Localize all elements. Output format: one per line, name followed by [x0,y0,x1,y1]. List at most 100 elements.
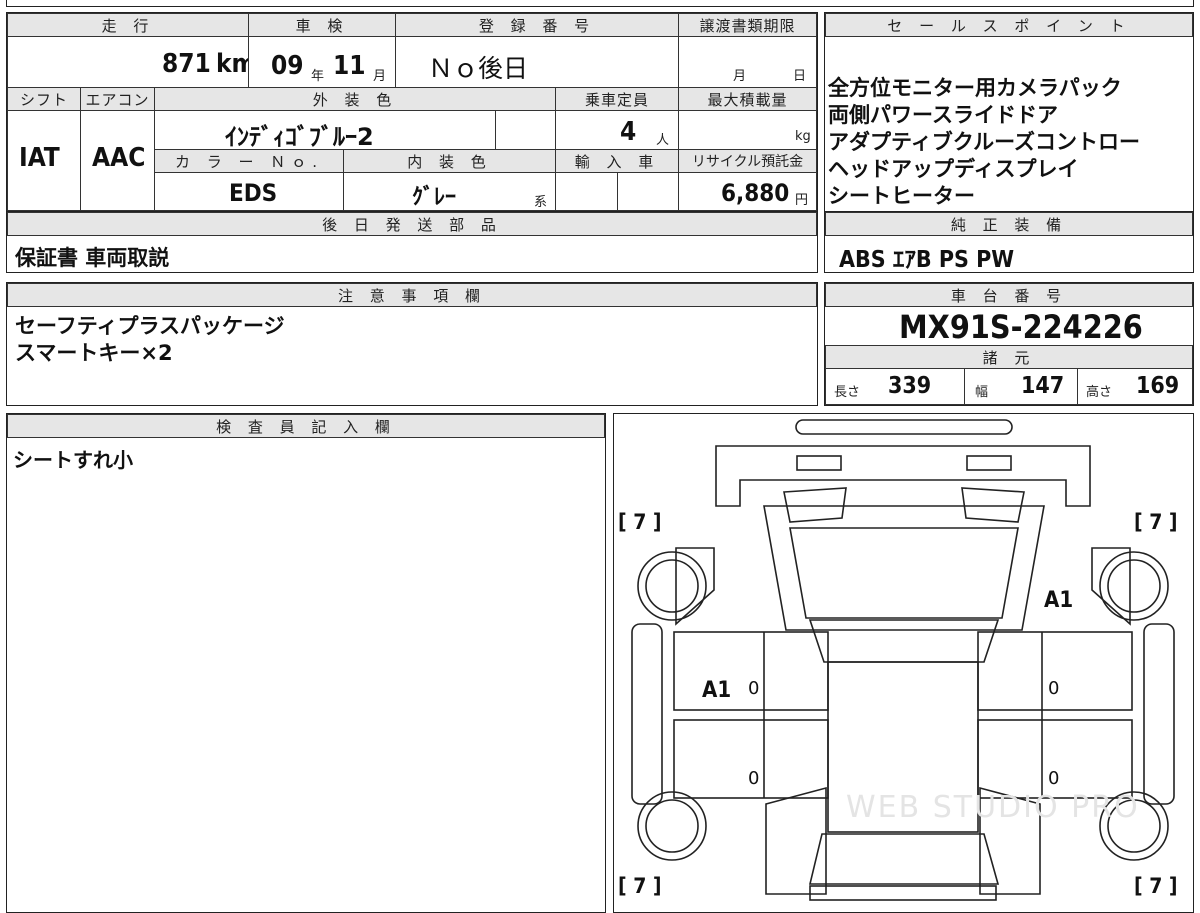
side-step-left [631,623,663,805]
interior-suffix: 系 [534,195,548,210]
panel-zero-2: 0 [748,768,760,789]
chassis-value: MX91S-224226 [899,308,1143,346]
registration-cell: Ｎｏ後日 [395,36,679,88]
capacity-unit: 人 [656,133,670,148]
notes-section: 注 意 事 項 欄 セーフティプラスパッケージ スマートキー×2 [6,282,818,406]
interior-cell: ｸﾞﾚｰ 系 [343,172,556,211]
interior-header: 内 装 色 [343,149,556,173]
damage-mark-left-door: A1 [702,678,732,703]
spec-height-cell: 高さ 169 [1077,368,1193,405]
tire-front-right-inner [1107,559,1161,613]
sales-points-header: セ ー ル ス ポ イ ン ト [825,13,1193,37]
spec-length-cell: 長さ 339 [825,368,965,405]
inspector-section: 検 査 員 記 入 欄 シートすれ小 [6,413,606,913]
import-cell-a [555,172,618,211]
color-no-cell: EDS [154,172,344,211]
tire-rear-right-grade: [ 7 ] [1134,874,1178,898]
tire-rear-left [637,791,707,861]
side-step-right [1143,623,1175,805]
chassis-section: 車 台 番 号 MX91S-224226 諸 元 長さ 339 幅 147 高さ… [824,282,1194,406]
notes-list: セーフティプラスパッケージ スマートキー×2 [15,313,285,367]
damage-mark-right-fender: A1 [1044,588,1074,613]
color-no-header: カ ラ ー Ｎｏ. [154,149,344,173]
wiper-right [961,487,1025,523]
car-diagram-section: [ 7 ] [ 7 ] [ 7 ] [ 7 ] A1 A1 0 0 0 0 WE… [613,413,1194,913]
transfer-deadline-header: 譲渡書類期限 [678,13,817,37]
later-parts-section: 後 日 発 送 部 品 保証書 車両取説 [6,211,818,273]
transfer-deadline-cell: 月 日 [678,36,817,88]
transfer-day-unit: 日 [793,69,807,84]
tire-front-left-inner [645,559,699,613]
inspector-value: シートすれ小 [13,448,133,472]
inspection-header: 車 検 [248,13,396,37]
sales-point-item: シートヒーター [828,184,975,208]
recycle-cell: 6,880 円 [678,172,817,211]
sales-point-item: アダプティブクルーズコントロー [828,130,1141,154]
inspection-year-unit: 年 [311,69,325,84]
tire-rear-left-inner [645,799,699,853]
ac-header: エアコン [80,87,155,111]
vehicle-info-grid: 走 行 車 検 登 録 番 号 譲渡書類期限 871 km 09 年 11 月 … [6,12,818,212]
notes-header: 注 意 事 項 欄 [7,283,817,307]
panel-zero-1: 0 [748,678,760,699]
panel-zero-3: 0 [1048,678,1060,699]
maxload-header: 最大積載量 [678,87,817,111]
capacity-cell: 4 人 [555,110,679,150]
windshield-frame [763,505,1045,631]
note-item: セーフティプラスパッケージ [15,314,285,338]
tire-front-right [1099,551,1169,621]
inspector-header: 検 査 員 記 入 欄 [7,414,605,438]
tire-front-left-grade: [ 7 ] [618,510,662,534]
standard-equipment-header: 純 正 装 備 [825,212,1193,236]
sales-points-section: セ ー ル ス ポ イ ン ト 全方位モニター用カメラパック 両側パワースライド… [824,12,1194,212]
mileage-cell: 871 km [7,36,256,88]
top-strip [6,0,1194,7]
specs-header: 諸 元 [825,345,1193,369]
tire-rear-left-grade: [ 7 ] [618,874,662,898]
inspection-cell: 09 年 11 月 [248,36,396,88]
spec-width-value: 147 [1021,373,1065,399]
inspection-month-unit: 月 [373,69,387,84]
transfer-month-unit: 月 [733,69,747,84]
windshield-glass [789,527,1019,619]
body-left-side [675,547,715,626]
sales-point-item: ヘッドアップディスプレイ [828,157,1079,181]
chassis-header: 車 台 番 号 [825,283,1193,307]
color-no-value: EDS [229,179,278,207]
wiper-left [783,487,847,523]
standard-equipment-value: ABS ｴｱB PS PW [839,247,1015,273]
standard-equipment-section: 純 正 装 備 ABS ｴｱB PS PW [824,211,1194,273]
mileage-value: 871 [162,49,211,79]
capacity-value: 4 [620,117,637,147]
exterior-cell: ｲﾝﾃﾞｨｺﾞﾌﾞﾙｰ2 [154,110,496,151]
rear-bumper [809,885,997,901]
recycle-header: リサイクル預託金 [678,149,817,173]
sales-point-item: 全方位モニター用カメラパック [828,76,1122,100]
shift-value: IAT [19,143,60,173]
maxload-unit: kg [795,129,811,144]
exterior-header: 外 装 色 [154,87,556,111]
watermark: WEB STUDIO PRO [846,790,1140,825]
exterior-value: ｲﾝﾃﾞｨｺﾞﾌﾞﾙｰ2 [225,123,374,151]
note-item: スマートキー×2 [15,341,173,365]
sales-point-item: 両側パワースライドドア [828,103,1058,127]
panel-zero-4: 0 [1048,768,1060,789]
car-diagram [631,419,1175,901]
registration-value: Ｎｏ後日 [428,54,529,83]
spec-length-value: 339 [888,373,932,399]
inspection-year: 09 [271,51,304,81]
capacity-header: 乗車定員 [555,87,679,111]
front-bumper [795,419,1013,435]
import-header: 輸 入 車 [555,149,679,173]
shift-header: シフト [7,87,81,111]
mileage-header: 走 行 [7,13,249,37]
spec-height-value: 169 [1136,373,1180,399]
recycle-unit: 円 [795,193,809,208]
spec-width-label: 幅 [975,385,989,400]
ac-value: AAC [92,143,146,173]
registration-header: 登 録 番 号 [395,13,679,37]
rear-left-quarter [765,786,827,895]
front-lamp-left [796,455,842,471]
front-lamp-right [966,455,1012,471]
maxload-cell: kg [678,110,817,150]
